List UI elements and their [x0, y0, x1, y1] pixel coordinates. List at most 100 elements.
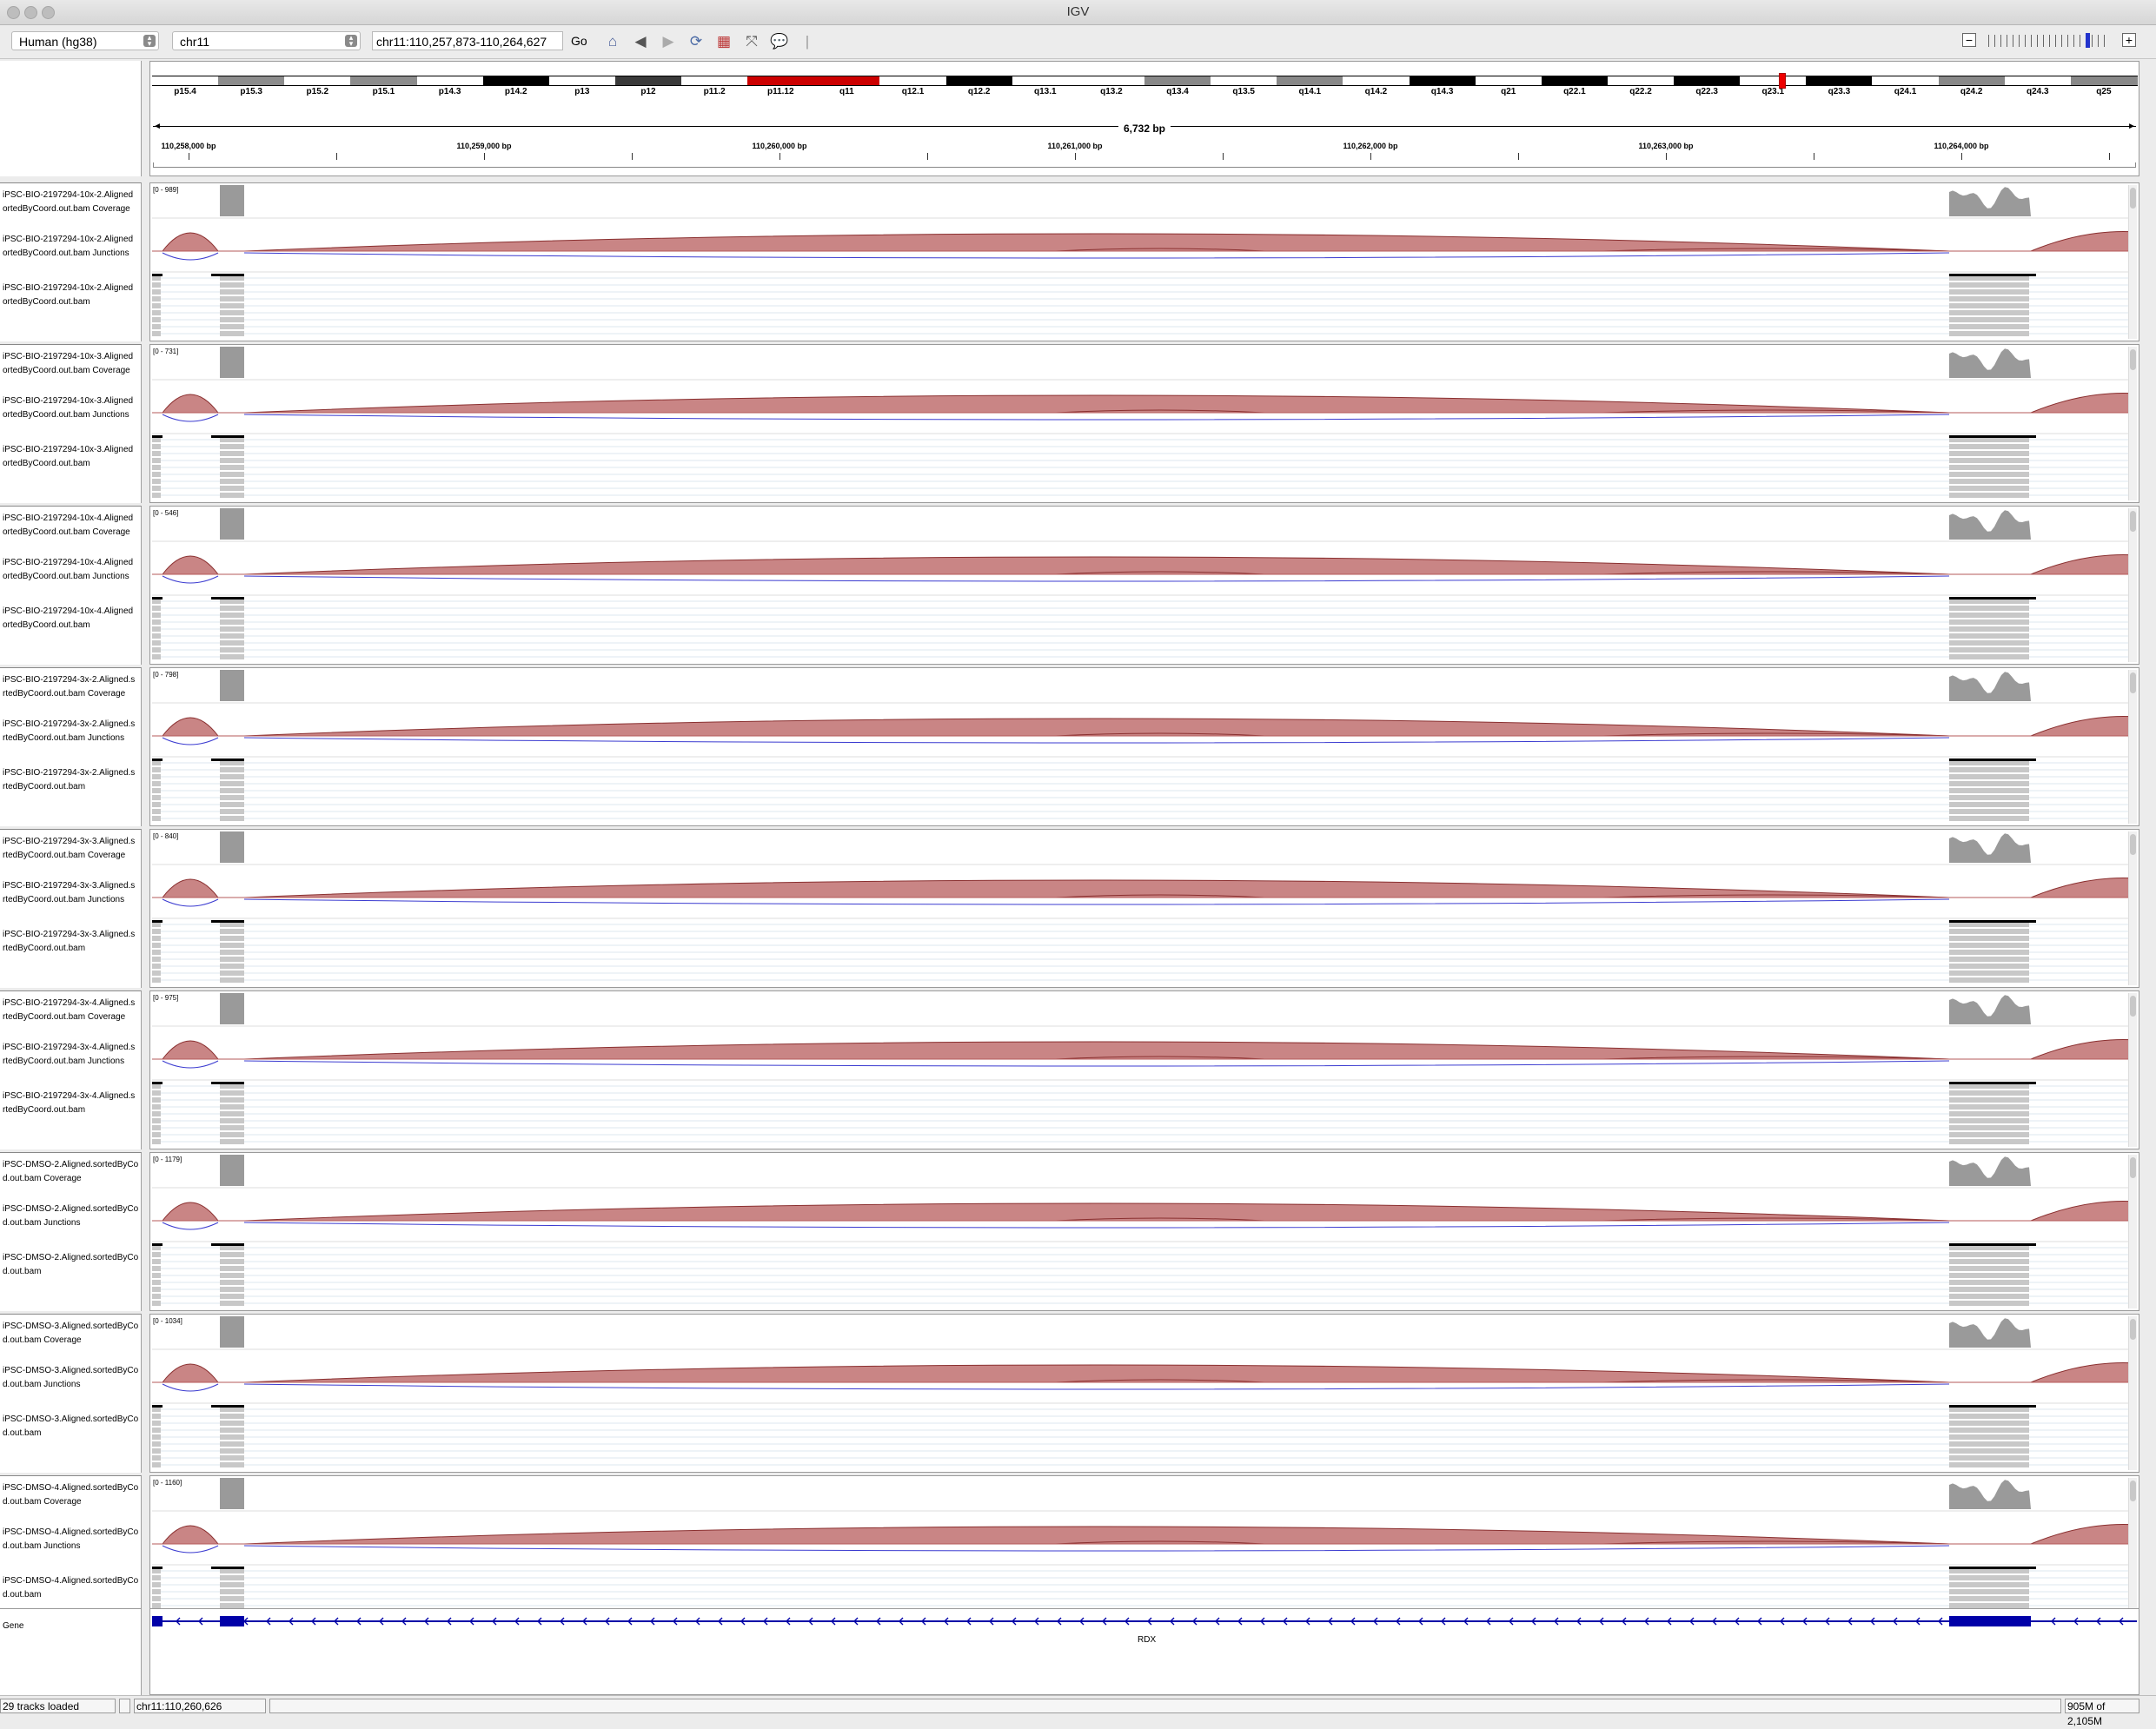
coverage-track-name[interactable]: iPSC-DMSO-4.Aligned.sortedByCo [3, 1481, 142, 1495]
sample-data-panel[interactable]: [0 - 989] [149, 182, 2139, 341]
coverage-track-name[interactable]: iPSC-DMSO-2.Aligned.sortedByCo [3, 1158, 142, 1172]
junctions-track-name[interactable]: ortedByCoord.out.bam Junctions [3, 408, 142, 422]
bam-track-name[interactable]: iPSC-BIO-2197294-10x-3.Aligned [3, 443, 142, 457]
bam-track-name[interactable]: iPSC-DMSO-3.Aligned.sortedByCo [3, 1413, 142, 1427]
junctions-track-name[interactable]: rtedByCoord.out.bam Junctions [3, 732, 142, 745]
bam-track-name[interactable]: iPSC-BIO-2197294-3x-3.Aligned.s [3, 928, 142, 942]
junctions-track-name[interactable]: iPSC-DMSO-2.Aligned.sortedByCo [3, 1202, 142, 1216]
ideogram-band[interactable] [813, 76, 881, 86]
ideogram-band[interactable] [1343, 76, 1410, 86]
panel-scrollbar-thumb[interactable] [2130, 996, 2136, 1017]
junctions-track-name[interactable]: iPSC-BIO-2197294-3x-4.Aligned.s [3, 1041, 142, 1055]
ideogram-band[interactable] [1938, 76, 2006, 86]
bam-track-name[interactable]: d.out.bam [3, 1588, 142, 1602]
ideogram-band[interactable] [945, 76, 1013, 86]
panel-scrollbar-thumb[interactable] [2130, 1319, 2136, 1340]
ideogram-band[interactable] [416, 76, 484, 86]
ideogram-band[interactable] [1740, 76, 1808, 86]
zoom-slider[interactable] [1988, 35, 2110, 47]
junctions-track-name[interactable]: ortedByCoord.out.bam Junctions [3, 247, 142, 261]
panel-scrollbar-thumb[interactable] [2130, 834, 2136, 855]
coverage-track-name[interactable]: d.out.bam Coverage [3, 1334, 142, 1348]
bam-track-name[interactable]: rtedByCoord.out.bam [3, 942, 142, 956]
junctions-track-name[interactable]: iPSC-BIO-2197294-10x-3.Aligned [3, 394, 142, 408]
coverage-track-name[interactable]: iPSC-BIO-2197294-3x-2.Aligned.s [3, 673, 142, 687]
coverage-track-name[interactable]: iPSC-BIO-2197294-3x-4.Aligned.s [3, 997, 142, 1010]
sample-tracks-svg[interactable] [152, 1315, 2137, 1472]
bam-track-name[interactable]: d.out.bam [3, 1265, 142, 1279]
sample-data-panel[interactable]: [0 - 546] [149, 506, 2139, 665]
panel-scrollbar-thumb[interactable] [2130, 188, 2136, 209]
gene-track-name[interactable]: Gene [3, 1620, 142, 1633]
panel-scrollbar-thumb[interactable] [2130, 1481, 2136, 1501]
panel-scrollbar[interactable] [2128, 1316, 2137, 1470]
ideogram-band[interactable] [1607, 76, 1675, 86]
junctions-track-name[interactable]: iPSC-DMSO-4.Aligned.sortedByCo [3, 1526, 142, 1540]
coverage-track-name[interactable]: d.out.bam Coverage [3, 1495, 142, 1509]
ideogram-band[interactable] [1674, 76, 1741, 86]
ideogram-band[interactable] [1012, 76, 1079, 86]
ideogram-band[interactable] [548, 76, 616, 86]
bam-track-name[interactable]: ortedByCoord.out.bam [3, 457, 142, 471]
panel-scrollbar-thumb[interactable] [2130, 672, 2136, 693]
junctions-track-name[interactable]: rtedByCoord.out.bam Junctions [3, 893, 142, 907]
junctions-track-name[interactable]: iPSC-DMSO-3.Aligned.sortedByCo [3, 1364, 142, 1378]
back-arrow-icon[interactable]: ◀ [631, 32, 650, 51]
genome-select[interactable]: Human (hg38) ▴ ▾ [11, 31, 159, 50]
ideogram-band[interactable] [1541, 76, 1609, 86]
coverage-track-name[interactable]: ortedByCoord.out.bam Coverage [3, 202, 142, 216]
ideogram-band[interactable] [284, 76, 352, 86]
zoom-in-button[interactable]: + [2122, 33, 2136, 47]
home-icon[interactable]: ⌂ [603, 32, 622, 51]
bam-track-name[interactable]: ortedByCoord.out.bam [3, 619, 142, 633]
coverage-track-name[interactable]: d.out.bam Coverage [3, 1172, 142, 1186]
junctions-track-name[interactable]: iPSC-BIO-2197294-10x-4.Aligned [3, 556, 142, 570]
locus-input[interactable]: chr11:110,257,873-110,264,627 [372, 31, 563, 50]
coverage-track-name[interactable]: ortedByCoord.out.bam Coverage [3, 364, 142, 378]
ideogram-band[interactable] [1872, 76, 1940, 86]
zoom-out-button[interactable]: − [1962, 33, 1976, 47]
ideogram-band[interactable] [1211, 76, 1278, 86]
forward-arrow-icon[interactable]: ▶ [659, 32, 678, 51]
ideogram-band[interactable] [218, 76, 286, 86]
region-of-interest-icon[interactable]: ▦ [714, 32, 733, 51]
ideogram-band[interactable] [879, 76, 947, 86]
refresh-icon[interactable]: ⟳ [687, 32, 706, 51]
coverage-track-name[interactable]: iPSC-BIO-2197294-10x-2.Aligned [3, 189, 142, 202]
junctions-track-name[interactable]: iPSC-BIO-2197294-10x-2.Aligned [3, 233, 142, 247]
junctions-track-name[interactable]: d.out.bam Junctions [3, 1378, 142, 1392]
sample-tracks-svg[interactable] [152, 507, 2137, 664]
ideogram-band[interactable] [1277, 76, 1344, 86]
sample-tracks-svg[interactable] [152, 991, 2137, 1149]
bam-track-name[interactable]: iPSC-DMSO-2.Aligned.sortedByCo [3, 1251, 142, 1265]
panel-scrollbar[interactable] [2128, 508, 2137, 662]
ruler[interactable]: 110,258,000 bp 110,259,000 bp 110,260,000 … [152, 142, 2137, 162]
junctions-track-name[interactable]: ortedByCoord.out.bam Junctions [3, 570, 142, 584]
junctions-track-name[interactable]: iPSC-BIO-2197294-3x-3.Aligned.s [3, 879, 142, 893]
panel-scrollbar[interactable] [2128, 993, 2137, 1147]
feature-panel[interactable]: RDX [149, 1608, 2139, 1695]
resize-tracks-icon[interactable]: ⤧ [742, 32, 761, 51]
zoom-slider-thumb[interactable] [2086, 33, 2090, 48]
sample-tracks-svg[interactable] [152, 668, 2137, 825]
popup-info-icon[interactable]: 💬 [770, 32, 789, 51]
ideogram-band[interactable] [2004, 76, 2072, 86]
ideogram-band[interactable] [1078, 76, 1145, 86]
junctions-track-name[interactable]: iPSC-BIO-2197294-3x-2.Aligned.s [3, 718, 142, 732]
go-button[interactable]: Go [571, 34, 587, 48]
chromosome-select[interactable]: chr11 ▴ ▾ [172, 31, 361, 50]
coverage-track-name[interactable]: rtedByCoord.out.bam Coverage [3, 849, 142, 863]
panel-scrollbar-thumb[interactable] [2130, 511, 2136, 532]
bam-track-name[interactable]: ortedByCoord.out.bam [3, 295, 142, 309]
bam-track-name[interactable]: rtedByCoord.out.bam [3, 780, 142, 794]
junctions-track-name[interactable]: d.out.bam Junctions [3, 1540, 142, 1553]
gene-label-rdx[interactable]: RDX [1138, 1635, 1156, 1645]
panel-scrollbar[interactable] [2128, 1155, 2137, 1308]
coverage-track-name[interactable]: iPSC-DMSO-3.Aligned.sortedByCo [3, 1320, 142, 1334]
ideogram-band[interactable] [1409, 76, 1476, 86]
ideogram-band[interactable] [614, 76, 683, 86]
panel-scrollbar[interactable] [2128, 831, 2137, 985]
gene-track-svg[interactable] [150, 1609, 2139, 1694]
coverage-track-name[interactable]: iPSC-BIO-2197294-10x-4.Aligned [3, 512, 142, 526]
sample-data-panel[interactable]: [0 - 1034] [149, 1314, 2139, 1473]
